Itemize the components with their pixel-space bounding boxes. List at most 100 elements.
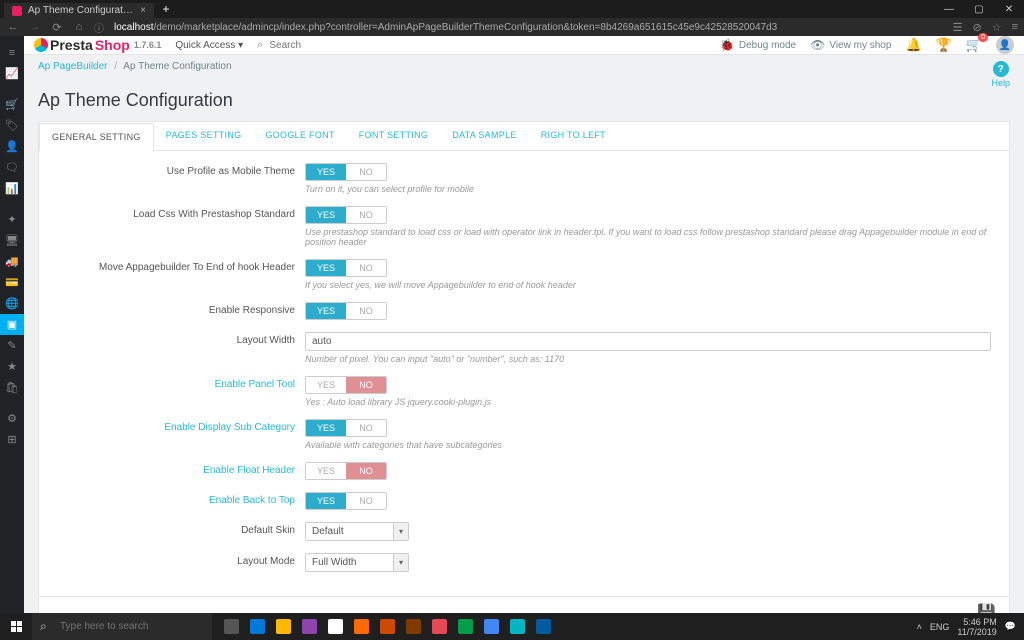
toggle-yes[interactable]: YES — [306, 260, 346, 276]
notifications-icon[interactable]: 🔔 — [905, 37, 921, 53]
sidebar-customers-icon[interactable]: 👤 — [0, 136, 24, 157]
close-icon[interactable]: × — [140, 5, 146, 16]
sidebar-other-icon[interactable]: 🛍 — [0, 377, 24, 398]
help-button[interactable]: ? Help — [991, 61, 1010, 88]
select[interactable]: Full Width ▾ — [305, 553, 409, 572]
toggle-no[interactable]: NO — [346, 463, 386, 479]
tab-right-to-left[interactable]: RIGH TO LEFT — [529, 122, 618, 150]
menu-icon[interactable]: ≡ — [1012, 21, 1018, 34]
sidebar-stats-icon[interactable]: 📊 — [0, 178, 24, 199]
taskbar-app-9[interactable] — [452, 614, 478, 640]
tray-notifications-icon[interactable]: 💬 — [1005, 621, 1016, 632]
toggle-no[interactable]: NO — [346, 377, 386, 393]
toggle[interactable]: YES NO — [305, 259, 387, 277]
toggle-no[interactable]: NO — [346, 207, 386, 223]
toggle[interactable]: YES NO — [305, 419, 387, 437]
taskbar-app-3[interactable] — [296, 614, 322, 640]
sidebar-support-icon[interactable]: 🗨 — [0, 157, 24, 178]
breadcrumb-parent[interactable]: Ap PageBuilder — [38, 61, 108, 72]
toggle-no[interactable]: NO — [346, 260, 386, 276]
toggle[interactable]: YES NO — [305, 163, 387, 181]
view-shop-link[interactable]: 👁View my shop — [810, 38, 891, 52]
sidebar-menu-icon[interactable]: ≡ — [0, 42, 24, 63]
taskbar-search[interactable] — [32, 613, 212, 640]
toggle[interactable]: YES NO — [305, 206, 387, 224]
tray-clock[interactable]: 5:46 PM 11/7/2019 — [957, 617, 996, 637]
tab-font-setting[interactable]: FONT SETTING — [347, 122, 440, 150]
new-tab-button[interactable]: + — [158, 2, 174, 16]
bookmark-icon[interactable]: ☆ — [992, 21, 1002, 34]
sidebar-modules-icon[interactable]: ✦ — [0, 209, 24, 230]
sidebar-shipping-icon[interactable]: 🚚 — [0, 251, 24, 272]
sidebar-intl-icon[interactable]: 🌐 — [0, 293, 24, 314]
sidebar-advanced-icon[interactable]: ⊞ — [0, 429, 24, 450]
window-close[interactable]: ✕ — [994, 4, 1024, 15]
sidebar-marketing-icon[interactable]: ★ — [0, 356, 24, 377]
logo[interactable]: PrestaShop 1.7.6.1 — [34, 37, 161, 53]
tab-google-font[interactable]: GOOGLE FONT — [253, 122, 346, 150]
sidebar-themes-icon[interactable]: ✎ — [0, 335, 24, 356]
tab-data-sample[interactable]: DATA SAMPLE — [440, 122, 529, 150]
toggle-no[interactable]: NO — [346, 493, 386, 509]
chevron-down-icon[interactable]: ▾ — [393, 522, 409, 541]
start-button[interactable] — [0, 613, 32, 640]
window-maximize[interactable]: ▢ — [964, 4, 994, 15]
info-icon[interactable]: ⓘ — [94, 20, 104, 35]
toggle[interactable]: YES NO — [305, 376, 387, 394]
trophy-icon[interactable]: 🏆 — [936, 37, 952, 53]
taskbar-app-11[interactable] — [504, 614, 530, 640]
reader-icon[interactable]: ☰ — [953, 21, 963, 34]
url-bar[interactable]: localhost/demo/marketplace/admincp/index… — [112, 22, 945, 33]
sidebar-payment-icon[interactable]: 💳 — [0, 272, 24, 293]
tray-up-icon[interactable]: ˄ — [917, 622, 922, 632]
quick-access-dropdown[interactable]: Quick Access ▾ — [175, 40, 243, 51]
taskbar-app-4[interactable] — [322, 614, 348, 640]
taskbar-app-6[interactable] — [374, 614, 400, 640]
toggle-no[interactable]: NO — [346, 420, 386, 436]
toggle[interactable]: YES NO — [305, 462, 387, 480]
sidebar-orders-icon[interactable]: 🛒 — [0, 94, 24, 115]
taskbar-app-10[interactable] — [478, 614, 504, 640]
tray-lang[interactable]: ENG — [930, 622, 950, 632]
toggle-yes[interactable]: YES — [306, 463, 346, 479]
layout-width-input[interactable] — [305, 332, 991, 351]
debug-mode-link[interactable]: 🐞Debug mode — [720, 38, 796, 52]
sidebar-catalog-icon[interactable]: 🏷 — [0, 115, 24, 136]
taskbar-app-8[interactable] — [426, 614, 452, 640]
taskbar-app-12[interactable] — [530, 614, 556, 640]
toggle-yes[interactable]: YES — [306, 303, 346, 319]
taskbar-app-1[interactable] — [244, 614, 270, 640]
toggle-yes[interactable]: YES — [306, 420, 346, 436]
sidebar-appagebuilder-icon[interactable]: ▣ — [0, 314, 24, 335]
toggle[interactable]: YES NO — [305, 492, 387, 510]
avatar[interactable]: 👤 — [996, 36, 1014, 54]
window-minimize[interactable]: — — [934, 4, 964, 15]
toggle-yes[interactable]: YES — [306, 493, 346, 509]
browser-tab[interactable]: Ap Theme Configuration • m × — [4, 3, 154, 18]
nav-home[interactable]: ⌂ — [72, 21, 86, 33]
taskbar-app-0[interactable] — [218, 614, 244, 640]
nav-reload[interactable]: ⟳ — [50, 21, 64, 34]
taskbar-app-7[interactable] — [400, 614, 426, 640]
taskbar-app-5[interactable] — [348, 614, 374, 640]
nav-back[interactable]: ← — [6, 21, 20, 33]
toggle[interactable]: YES NO — [305, 302, 387, 320]
cart-icon[interactable]: 🛒0 — [966, 37, 982, 53]
search-icon: ⌕ — [40, 619, 47, 634]
search-input[interactable] — [269, 40, 389, 51]
toggle-yes[interactable]: YES — [306, 207, 346, 223]
tab-pages-setting[interactable]: PAGES SETTING — [154, 122, 254, 150]
toggle-yes[interactable]: YES — [306, 377, 346, 393]
hint: Available with categories that have subc… — [305, 440, 991, 450]
sidebar-design-icon[interactable]: 🖥 — [0, 230, 24, 251]
toggle-yes[interactable]: YES — [306, 164, 346, 180]
protection-icon[interactable]: ⊘ — [972, 21, 981, 34]
select[interactable]: Default ▾ — [305, 522, 409, 541]
chevron-down-icon[interactable]: ▾ — [393, 553, 409, 572]
tab-general-setting[interactable]: GENERAL SETTING — [39, 123, 154, 152]
sidebar-configure-icon[interactable]: ⚙ — [0, 408, 24, 429]
toggle-no[interactable]: NO — [346, 164, 386, 180]
taskbar-app-2[interactable] — [270, 614, 296, 640]
toggle-no[interactable]: NO — [346, 303, 386, 319]
sidebar-dashboard-icon[interactable]: 📈 — [0, 63, 24, 84]
